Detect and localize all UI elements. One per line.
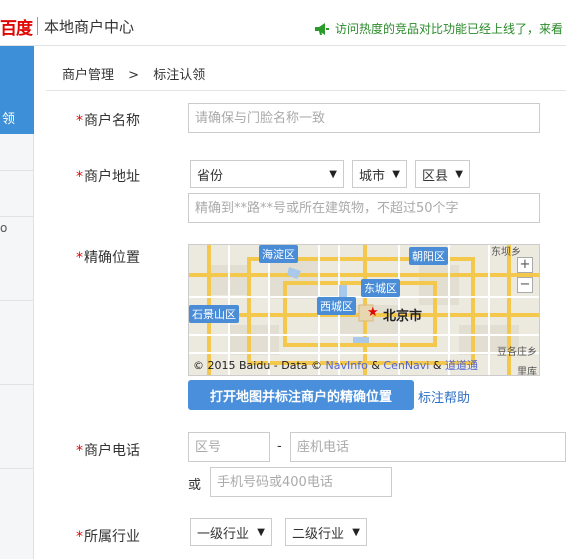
breadcrumb-parent[interactable]: 商户管理 (62, 68, 114, 83)
dropdown-caret-icon: ▼ (352, 526, 360, 538)
map-small-label: 东坝乡 (491, 247, 521, 258)
map-label-haidian: 海淀区 (259, 245, 298, 263)
required-mark: * (76, 169, 83, 185)
sidebar: 领 o (0, 46, 34, 559)
merchant-address-label: *商户地址 (76, 169, 140, 185)
landline-input[interactable] (290, 432, 566, 462)
merchant-name-label: *商户名称 (76, 113, 140, 129)
sidebar-item-fragment[interactable]: o (0, 221, 7, 235)
announcement-text[interactable]: 访问热度的竞品对比功能已经上线了，来看 (335, 20, 563, 37)
sidebar-divider (0, 384, 33, 385)
map-label-xicheng: 西城区 (317, 297, 356, 315)
baidu-logo[interactable]: 百度 (0, 14, 33, 39)
sidebar-item-label: 领 (2, 112, 16, 127)
top-header: 百度 本地商户中心 访问热度的竞品对比功能已经上线了，来看 (0, 0, 566, 46)
sidebar-divider (0, 300, 33, 301)
breadcrumb: 商户管理 > 标注认领 (62, 64, 215, 83)
required-mark: * (76, 113, 83, 129)
sidebar-divider (0, 216, 33, 217)
city-select[interactable]: 城市 ▼ (352, 160, 407, 188)
map-small-label: 里库 (517, 367, 537, 376)
dropdown-caret-icon: ▼ (455, 168, 463, 180)
map-label-chaoyang: 朝阳区 (409, 247, 448, 265)
required-mark: * (76, 250, 83, 266)
required-mark: * (76, 443, 83, 459)
industry-label: *所属行业 (76, 529, 140, 545)
divider (46, 90, 566, 91)
site-title: 本地商户中心 (44, 17, 135, 36)
breadcrumb-current: 标注认领 (153, 68, 206, 83)
map-copyright: © 2015 Baidu - Data © NavInfo & CenNavi … (193, 359, 478, 372)
sidebar-item-active[interactable]: 领 (0, 46, 34, 134)
announcement[interactable]: 访问热度的竞品对比功能已经上线了，来看 (314, 20, 563, 37)
zoom-out-button[interactable]: − (517, 277, 533, 293)
mobile-input[interactable] (210, 467, 392, 497)
merchant-name-input[interactable] (188, 103, 540, 133)
required-mark: * (76, 529, 83, 545)
dropdown-caret-icon: ▼ (257, 526, 265, 538)
map-label-dongcheng: 东城区 (361, 279, 400, 297)
sidebar-divider (0, 170, 33, 171)
dropdown-caret-icon: ▼ (392, 168, 400, 180)
district-select[interactable]: 区县 ▼ (415, 160, 470, 188)
dropdown-caret-icon: ▼ (329, 168, 337, 180)
logo[interactable]: 百度 本地商户中心 (0, 14, 135, 39)
industry-level2-select[interactable]: 二级行业 ▼ (285, 518, 367, 546)
address-detail-input[interactable] (188, 193, 540, 223)
location-map[interactable]: 海淀区 朝阳区 东城区 西城区 石景山区 ★ 北京市 东坝乡 豆各庄乡 里库 +… (188, 244, 540, 376)
megaphone-icon (315, 22, 329, 35)
map-small-label: 豆各庄乡 (497, 347, 537, 358)
marking-help-link[interactable]: 标注帮助 (418, 387, 470, 406)
city-marker-icon: ★ (367, 305, 379, 320)
open-map-button[interactable]: 打开地图并标注商户的精确位置 (188, 380, 414, 410)
phone-dash: - (277, 439, 282, 454)
sidebar-divider (0, 468, 33, 469)
breadcrumb-separator: > (128, 68, 140, 83)
area-code-input[interactable] (188, 432, 270, 462)
merchant-phone-label: *商户电话 (76, 443, 140, 459)
precise-location-label: *精确位置 (76, 250, 140, 266)
industry-level1-select[interactable]: 一级行业 ▼ (190, 518, 272, 546)
map-label-shijingshan: 石景山区 (189, 305, 239, 323)
or-text: 或 (188, 478, 202, 493)
map-city-label: 北京市 (383, 309, 423, 324)
logo-divider (37, 17, 38, 35)
zoom-in-button[interactable]: + (517, 257, 533, 273)
province-select[interactable]: 省份 ▼ (190, 160, 344, 188)
